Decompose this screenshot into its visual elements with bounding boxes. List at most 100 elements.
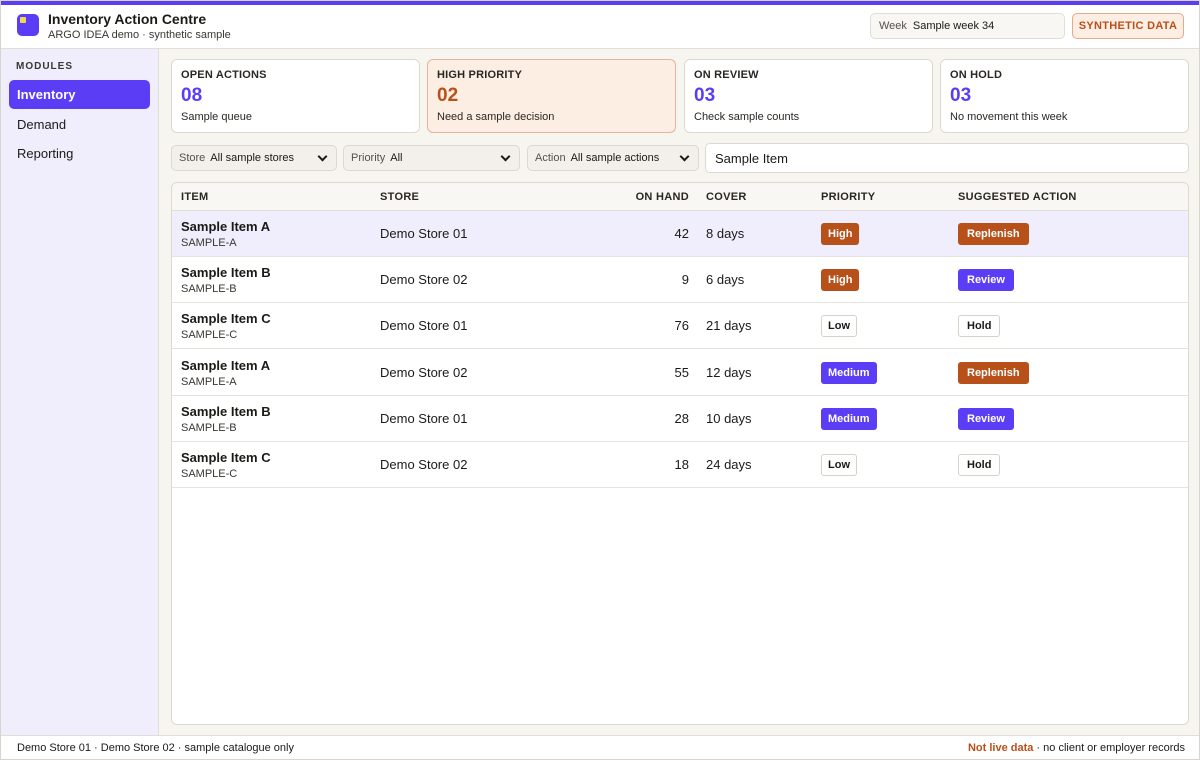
on-hand-cell: 55 [674, 365, 689, 380]
sidebar-item-demand[interactable]: Demand [9, 110, 150, 139]
sidebar-item-inventory[interactable]: Inventory [9, 80, 150, 109]
item-name: Sample Item C [181, 311, 271, 326]
kpi-value: 03 [950, 85, 972, 106]
item-name: Sample Item A [181, 358, 271, 373]
item-name: Sample Item B [181, 404, 271, 419]
sidebar-item-reporting[interactable]: Reporting [9, 139, 150, 168]
kpi-value: 02 [437, 85, 459, 106]
on-hand-cell: 76 [674, 318, 689, 333]
column-header-cover[interactable]: COVER [706, 191, 747, 203]
column-header-on-hand[interactable]: ON HAND [636, 191, 689, 203]
store-cell: Demo Store 02 [380, 457, 468, 472]
kpi-card-on-hold[interactable]: ON HOLD 03 No movement this week [940, 59, 1189, 133]
kpi-card-high-priority[interactable]: HIGH PRIORITY 02 Need a sample decision [427, 59, 676, 133]
priority-badge: Medium [821, 362, 877, 384]
store-cell: Demo Store 01 [380, 318, 468, 333]
kpi-card-on-review[interactable]: ON REVIEW 03 Check sample counts [684, 59, 933, 133]
app-logo-icon [17, 14, 39, 36]
cover-cell: 21 days [706, 318, 752, 333]
hold-action-button[interactable]: Hold [958, 454, 1001, 476]
table-row[interactable]: Sample Item B SAMPLE-B Demo Store 02 9 6… [172, 257, 1188, 303]
kpi-card-open-actions[interactable]: OPEN ACTIONS 08 Sample queue [171, 59, 420, 133]
store-cell: Demo Store 02 [380, 365, 468, 380]
week-selector[interactable]: Week Sample week 34 [870, 13, 1065, 39]
replenish-action-button[interactable]: Replenish [958, 362, 1029, 384]
on-hand-cell: 9 [681, 272, 689, 287]
priority-filter-select[interactable]: Priority All [343, 145, 520, 171]
on-hand-cell: 18 [674, 457, 689, 472]
cover-cell: 24 days [706, 457, 752, 472]
kpi-note: Sample queue [181, 111, 252, 123]
kpi-note: No movement this week [950, 111, 1068, 123]
item-name: Sample Item C [181, 450, 271, 465]
action-filter-value: All sample actions [570, 152, 660, 164]
sidebar-heading: MODULES [16, 61, 73, 72]
item-code: SAMPLE-A [181, 237, 237, 249]
footer-store-list: Demo Store 01 · Demo Store 02 · sample c… [17, 742, 294, 754]
search-input[interactable] [705, 143, 1189, 173]
column-header-item[interactable]: ITEM [181, 191, 208, 203]
footer-disclaimer-text: · no client or employer records [1033, 742, 1185, 754]
item-code: SAMPLE-C [181, 329, 238, 341]
kpi-label: ON REVIEW [694, 69, 759, 81]
not-live-warning: Not live data [967, 742, 1034, 754]
kpi-value: 03 [694, 85, 716, 106]
app-window: Inventory Action Centre ARGO IDEA demo ·… [0, 0, 1200, 760]
sidebar: MODULES Inventory Demand Reporting [1, 49, 159, 735]
column-header-priority[interactable]: PRIORITY [821, 191, 875, 203]
priority-filter-label: Priority [351, 152, 386, 164]
item-code: SAMPLE-C [181, 468, 238, 480]
table-row[interactable]: Sample Item C SAMPLE-C Demo Store 02 18 … [172, 442, 1188, 488]
cover-cell: 12 days [706, 365, 752, 380]
item-name: Sample Item A [181, 219, 271, 234]
item-code: SAMPLE-B [181, 422, 237, 434]
chevron-down-icon [317, 151, 328, 162]
kpi-value: 08 [181, 85, 203, 106]
store-filter-label: Store [179, 152, 206, 164]
kpi-label: ON HOLD [950, 69, 1003, 81]
on-hand-cell: 28 [674, 411, 689, 426]
column-header-suggested-action[interactable]: SUGGESTED ACTION [958, 191, 1077, 203]
table-row[interactable]: Sample Item B SAMPLE-B Demo Store 01 28 … [172, 396, 1188, 442]
review-action-button[interactable]: Review [958, 269, 1014, 291]
item-name: Sample Item B [181, 265, 271, 280]
status-footer: Demo Store 01 · Demo Store 02 · sample c… [1, 735, 1199, 759]
table-row[interactable]: Sample Item A SAMPLE-A Demo Store 01 42 … [172, 211, 1188, 257]
store-filter-select[interactable]: Store All sample stores [171, 145, 337, 171]
action-filter-label: Action [535, 152, 566, 164]
priority-badge: Low [821, 454, 857, 476]
table-row[interactable]: Sample Item C SAMPLE-C Demo Store 01 76 … [172, 303, 1188, 349]
week-value: Sample week 34 [912, 20, 995, 32]
priority-filter-value: All [390, 152, 403, 164]
chevron-down-icon [679, 151, 690, 162]
hold-action-button[interactable]: Hold [958, 315, 1001, 337]
on-hand-cell: 42 [674, 226, 689, 241]
priority-badge: High [821, 269, 860, 291]
replenish-action-button[interactable]: Replenish [958, 223, 1029, 245]
week-label: Week [879, 20, 907, 32]
store-cell: Demo Store 02 [380, 272, 468, 287]
column-header-store[interactable]: STORE [380, 191, 419, 203]
cover-cell: 8 days [706, 226, 745, 241]
store-filter-value: All sample stores [210, 152, 295, 164]
app-subtitle: ARGO IDEA demo · synthetic sample [48, 29, 231, 41]
actions-table: ITEM STORE ON HAND COVER PRIORITY SUGGES… [171, 182, 1189, 725]
kpi-label: HIGH PRIORITY [437, 69, 523, 81]
action-filter-select[interactable]: Action All sample actions [527, 145, 699, 171]
table-row[interactable]: Sample Item A SAMPLE-A Demo Store 02 55 … [172, 350, 1188, 396]
cover-cell: 10 days [706, 411, 752, 426]
kpi-note: Check sample counts [694, 111, 800, 123]
review-action-button[interactable]: Review [958, 408, 1014, 430]
priority-badge: Low [821, 315, 857, 337]
store-cell: Demo Store 01 [380, 226, 468, 241]
top-header: Inventory Action Centre ARGO IDEA demo ·… [1, 1, 1199, 49]
table-header: ITEM STORE ON HAND COVER PRIORITY SUGGES… [172, 183, 1188, 211]
footer-disclaimer: Not live data · no client or employer re… [968, 742, 1185, 754]
item-code: SAMPLE-B [181, 283, 237, 295]
store-cell: Demo Store 01 [380, 411, 468, 426]
item-code: SAMPLE-A [181, 376, 237, 388]
kpi-note: Need a sample decision [437, 111, 555, 123]
synthetic-data-badge: SYNTHETIC DATA [1072, 13, 1184, 39]
priority-badge: High [821, 223, 860, 245]
app-title: Inventory Action Centre [48, 11, 207, 27]
